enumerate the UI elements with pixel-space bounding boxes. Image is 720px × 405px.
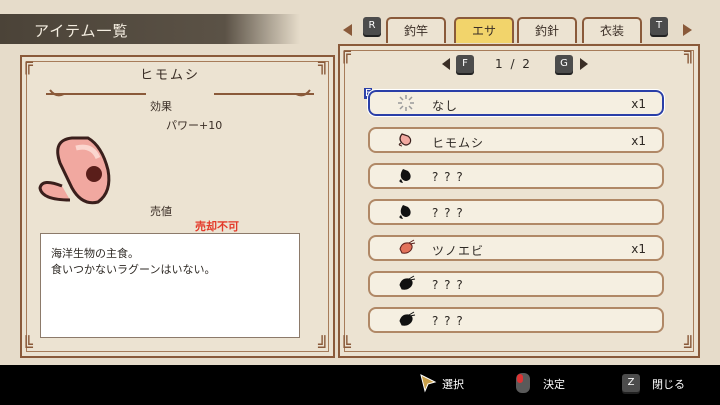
mouse-click-icon [516, 373, 530, 393]
corner-ornament-icon: ╔ [340, 43, 351, 64]
list-item-qty: x1 [631, 242, 646, 256]
page-next-arrow-icon[interactable] [578, 57, 590, 71]
corner-ornament-icon: ╚ [340, 336, 351, 357]
tab-hook[interactable]: 釣針 [517, 17, 577, 43]
tab-next-arrow-icon[interactable] [679, 22, 695, 38]
corner-ornament-icon: ╔ [22, 54, 33, 75]
unknown-silhouette-icon [399, 311, 416, 326]
list-item-none[interactable]: なし x1 [367, 89, 665, 117]
control-hints-bar [0, 365, 720, 405]
description-line-2: 食いつかないラグーンはいない。 [51, 263, 216, 276]
screen-title: アイテム一覧 [34, 22, 129, 40]
list-item-unknown[interactable]: ? ? ? [368, 271, 664, 297]
list-item-unknown[interactable]: ? ? ? [368, 199, 664, 225]
corner-ornament-icon: ╝ [318, 336, 329, 357]
list-item-himomushi[interactable]: ヒモムシ x1 [368, 127, 664, 153]
confirm-hint-label: 決定 [543, 378, 565, 391]
corner-ornament-icon: ╝ [684, 336, 695, 357]
tab-rod[interactable]: 釣竿 [386, 17, 446, 43]
description-line-1: 海洋生物の主食。 [51, 247, 139, 260]
list-item-qty: x1 [631, 97, 646, 111]
worm-portrait-icon [38, 136, 111, 205]
shrimp-icon [399, 239, 416, 254]
item-name: ヒモムシ [140, 68, 201, 83]
tab-prev-arrow-icon[interactable] [340, 22, 356, 38]
corner-ornament-icon: ╚ [22, 336, 33, 357]
list-item-name: ? ? ? [432, 278, 464, 292]
unknown-silhouette-icon [399, 275, 416, 290]
ornament-divider-icon [46, 89, 314, 97]
empty-slot-icon [398, 95, 414, 111]
list-item-name: ? ? ? [432, 206, 464, 220]
list-item-qty: x1 [631, 134, 646, 148]
page-indicator: 1 / 2 [495, 57, 532, 71]
corner-ornament-icon: ╗ [318, 54, 329, 75]
tab-bait[interactable]: エサ [454, 17, 514, 43]
tab-prev-key[interactable]: R [363, 17, 381, 35]
page-prev-arrow-icon[interactable] [440, 57, 452, 71]
page-prev-key[interactable]: F [456, 55, 474, 73]
unknown-silhouette-icon [399, 205, 411, 219]
corner-ornament-icon: ╗ [684, 43, 695, 64]
close-key[interactable]: Z [622, 374, 640, 392]
item-description-box: 海洋生物の主食。 食いつかないラグーンはいない。 [40, 233, 300, 338]
tab-costume[interactable]: 衣装 [582, 17, 642, 43]
sell-price-value: 売却不可 [195, 220, 239, 233]
list-item-unknown[interactable]: ? ? ? [368, 307, 664, 333]
list-item-name: ? ? ? [432, 314, 464, 328]
effect-value: パワー+10 [166, 119, 223, 132]
list-item-name: ツノエビ [432, 244, 485, 258]
tab-next-key[interactable]: T [650, 17, 668, 35]
list-item-name: ヒモムシ [432, 136, 485, 150]
unknown-silhouette-icon [399, 169, 411, 183]
sell-price-label: 売値 [150, 205, 172, 218]
list-item-unknown[interactable]: ? ? ? [368, 163, 664, 189]
mouse-pointer-icon [420, 374, 437, 393]
list-item-name: なし [432, 99, 459, 113]
effect-label: 効果 [150, 100, 172, 113]
close-hint-label: 閉じる [652, 378, 685, 391]
title-bar: アイテム一覧 [0, 14, 300, 44]
page-next-key[interactable]: G [555, 55, 573, 73]
select-hint-label: 選択 [442, 378, 464, 391]
worm-icon [398, 133, 412, 147]
list-item-tsunoebi[interactable]: ツノエビ x1 [368, 235, 664, 261]
list-item-name: ? ? ? [432, 170, 464, 184]
